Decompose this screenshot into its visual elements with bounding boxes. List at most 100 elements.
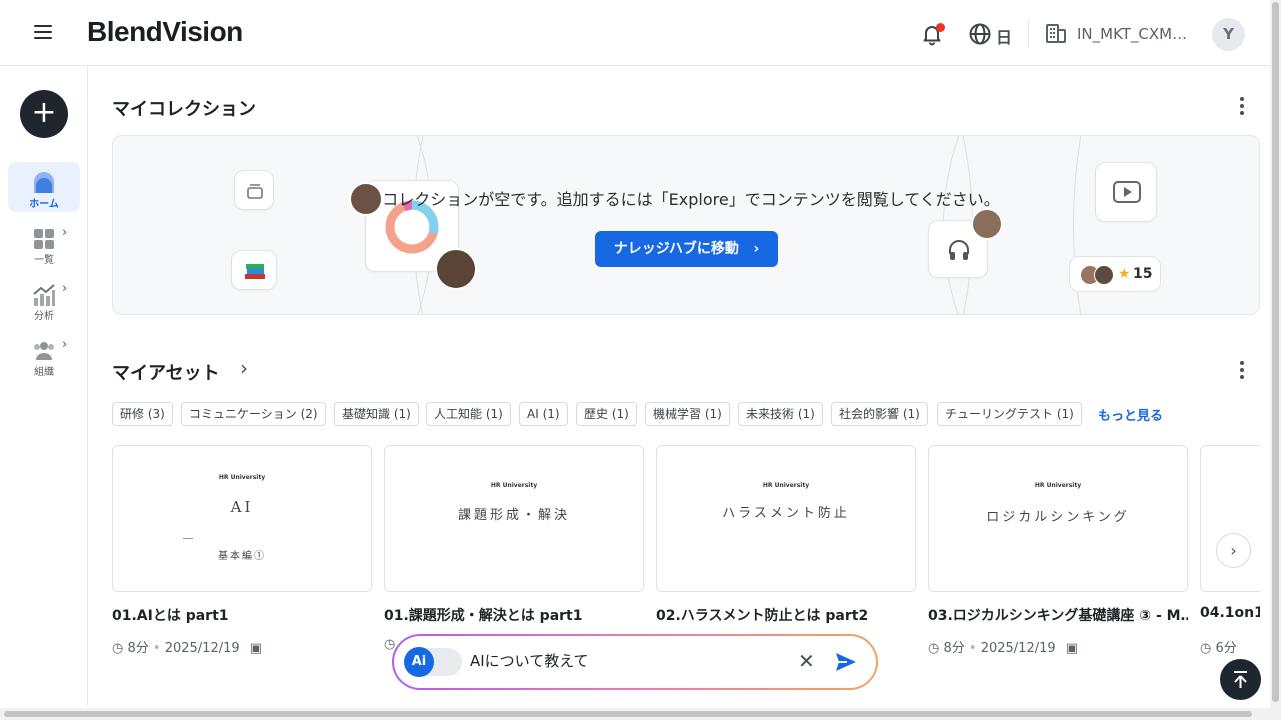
asset-duration: 8分: [943, 641, 965, 656]
user-avatar-decoration: [435, 248, 477, 290]
show-more-tags-link[interactable]: もっと見る: [1098, 405, 1163, 424]
sidebar-item-label: 分析: [34, 311, 54, 322]
scrollbar-thumb[interactable]: [4, 711, 1252, 717]
thumbnail-title: ロジカルシンキング: [986, 510, 1130, 525]
asset-title[interactable]: 04.1on1(: [1200, 605, 1260, 621]
asset-date: 2025/12/19: [980, 641, 1056, 656]
header-divider: [1028, 20, 1029, 48]
vertical-scrollbar[interactable]: [1270, 0, 1281, 720]
close-icon[interactable]: ✕: [798, 649, 815, 673]
chevron-right-icon: ›: [62, 337, 68, 352]
clock-icon: ◷: [112, 641, 124, 656]
go-to-knowledge-hub-button[interactable]: ナレッジハブに移動 ›: [595, 231, 778, 267]
notification-dot: [936, 23, 945, 32]
thumbnail-title: 課題形成・解決: [457, 508, 570, 523]
stack-tile: [234, 170, 274, 210]
tag-chip[interactable]: 歴史 (1): [576, 402, 637, 426]
grid-icon: [34, 229, 54, 249]
asset-title[interactable]: 02.ハラスメント防止とは part2: [656, 605, 916, 625]
tag-chip[interactable]: 基礎知識 (1): [334, 402, 419, 426]
asset-thumbnail[interactable]: HR University 課題形成・解決: [384, 445, 644, 592]
chevron-right-icon: ›: [743, 241, 760, 257]
thumbnail-title: AI: [230, 498, 254, 516]
sidebar-item-analytics[interactable]: › 分析: [8, 274, 80, 324]
cta-label: ナレッジハブに移動: [613, 241, 739, 257]
hr-university-logo: HR University: [1034, 482, 1082, 489]
collection-empty-message: コレクションが空です。追加するには「Explore」でコンテンツを閲覧してくださ…: [382, 190, 1000, 209]
tag-chip[interactable]: チューリングテスト (1): [937, 402, 1082, 426]
collection-title: マイコレクション: [112, 99, 256, 120]
asset-thumbnail[interactable]: HR University ロジカルシンキング: [928, 445, 1188, 592]
chevron-right-icon: ›: [62, 225, 68, 240]
building-icon: [1046, 24, 1066, 43]
language-selector[interactable]: 日: [996, 24, 1012, 48]
collection-empty-panel: コレクションが空です。追加するには「Explore」でコンテンツを閲覧してくださ…: [112, 135, 1260, 315]
horizontal-scrollbar[interactable]: [0, 708, 1270, 720]
assets-title[interactable]: マイアセット: [112, 359, 220, 385]
chevron-right-icon[interactable]: ›: [240, 356, 248, 380]
tag-chip[interactable]: コミュニケーション (2): [181, 402, 326, 426]
tag-chip[interactable]: 人工知能 (1): [426, 402, 511, 426]
organization-name[interactable]: IN_MKT_CXM…: [1077, 25, 1195, 43]
asset-thumbnail[interactable]: HR University ハラスメント防止: [656, 445, 916, 592]
meta-separator: •: [152, 641, 165, 656]
rating-count: 15: [1133, 266, 1153, 282]
arrow-up-icon: [1234, 671, 1247, 688]
asset-thumbnail[interactable]: HR University AI 基本編①: [112, 445, 372, 592]
tag-chip[interactable]: 社会的影響 (1): [831, 402, 928, 426]
tag-chip[interactable]: 未来技術 (1): [738, 402, 823, 426]
hr-university-logo: HR University: [218, 474, 266, 481]
play-icon: [1113, 181, 1141, 203]
sidebar-item-label: 組織: [34, 367, 54, 378]
tag-chip[interactable]: 機械学習 (1): [645, 402, 730, 426]
books-tile: [231, 250, 277, 290]
scroll-to-top-button[interactable]: [1220, 659, 1261, 700]
hr-university-logo: HR University: [490, 482, 538, 489]
assets-more-icon[interactable]: [1240, 361, 1244, 379]
ai-prompt-input[interactable]: [470, 651, 770, 669]
ai-assistant-inner: Ai ✕: [394, 636, 876, 688]
carousel-next-button[interactable]: ›: [1216, 533, 1251, 568]
sidebar-item-label: ホーム: [29, 199, 59, 210]
clock-icon: ◷: [928, 641, 940, 656]
user-avatar-decoration: [1094, 265, 1114, 285]
hr-university-logo: HR University: [762, 482, 810, 489]
sidebar-item-organization[interactable]: › 組織: [8, 330, 80, 380]
books-icon: [245, 264, 265, 279]
menu-icon[interactable]: [34, 25, 52, 39]
user-avatar-decoration: [349, 182, 383, 216]
asset-duration: 8分: [127, 641, 149, 656]
star-icon: ★: [1118, 266, 1131, 282]
create-button[interactable]: +: [20, 90, 68, 138]
meta-separator: •: [968, 641, 981, 656]
user-avatar[interactable]: Y: [1212, 18, 1245, 51]
send-icon[interactable]: [834, 651, 858, 673]
brand-logo[interactable]: BlendVision: [87, 16, 243, 48]
people-icon: [34, 342, 54, 360]
clock-icon: ◷: [1200, 641, 1212, 656]
headphones-icon: [949, 240, 969, 260]
stack-icon: [247, 184, 263, 199]
asset-thumbnail[interactable]: [1200, 445, 1260, 592]
tag-chip[interactable]: 研修 (3): [112, 402, 173, 426]
ai-toggle[interactable]: Ai: [404, 647, 462, 677]
video-icon: ▣: [1065, 641, 1079, 656]
collection-more-icon[interactable]: [1240, 97, 1244, 115]
scrollbar-thumb[interactable]: [1272, 2, 1279, 702]
asset-title[interactable]: 01.課題形成・解決とは part1: [384, 605, 644, 625]
asset-date: 2025/12/19: [164, 641, 240, 656]
tag-chip[interactable]: AI (1): [519, 402, 568, 426]
sidebar-item-home[interactable]: ホーム: [8, 162, 80, 212]
analytics-icon: [33, 284, 55, 306]
asset-duration: 6分: [1215, 641, 1237, 656]
asset-meta: ◷ 6分: [1200, 637, 1237, 656]
home-icon: [34, 172, 54, 193]
asset-title[interactable]: 03.ロジカルシンキング基礎講座 ③ - M…: [928, 605, 1188, 625]
top-header: BlendVision 日 IN_MKT_CXM… Y: [0, 0, 1270, 66]
sidebar-item-list[interactable]: › 一覧: [8, 218, 80, 268]
video-icon: ▣: [249, 641, 263, 656]
sidebar-item-label: 一覧: [34, 255, 54, 266]
globe-icon[interactable]: [968, 22, 992, 46]
asset-title[interactable]: 01.AIとは part1: [112, 605, 372, 625]
divider: [183, 538, 193, 539]
